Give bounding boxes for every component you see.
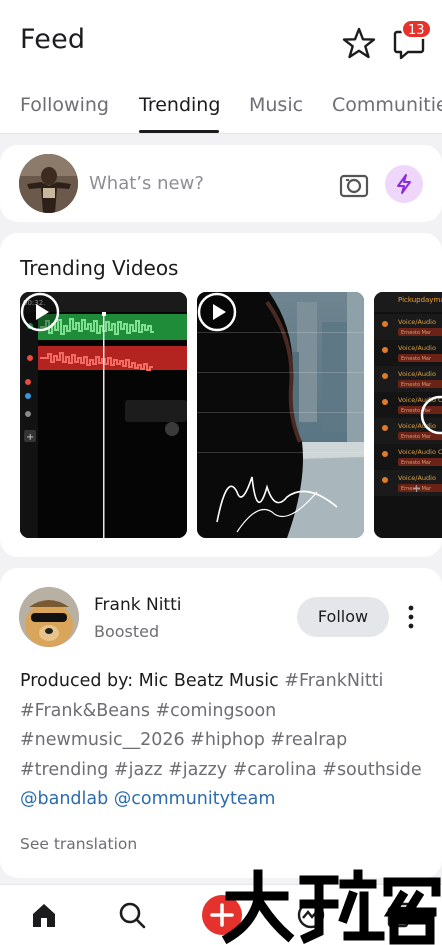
see-translation-link[interactable]: See translation <box>20 835 137 853</box>
svg-text:Ernesto Mar: Ernesto Mar <box>401 330 432 336</box>
video-thumbnail-1[interactable]: + 00:32. <box>20 292 187 538</box>
hashtag-link[interactable]: #Frank&Beans #comingsoon <box>20 701 276 721</box>
trending-videos-title: Trending Videos <box>20 256 179 280</box>
more-options-icon[interactable] <box>401 604 421 630</box>
post-text: Produced by: Mic Beatz Music #FrankNitti… <box>20 667 430 815</box>
svg-text:Voice/Audio Co: Voice/Audio Co <box>398 448 442 456</box>
video3-header-label: Pickupdaymax <box>398 296 442 304</box>
follow-button[interactable]: Follow <box>297 597 389 637</box>
post-line: #newmusic__2026 #hiphop #realrap <box>20 726 430 756</box>
camera-icon[interactable] <box>338 169 370 201</box>
post-line: #Frank&Beans #comingsoon <box>20 697 430 727</box>
tab-trending[interactable]: Trending <box>139 94 220 116</box>
play-icon <box>20 292 60 332</box>
active-tab-indicator <box>139 130 219 133</box>
boosted-label: Boosted <box>94 622 160 641</box>
svg-text:Ernesto Mar: Ernesto Mar <box>401 382 432 388</box>
search-icon[interactable] <box>117 900 147 930</box>
trending-videos-card: Trending Videos + 00:32. <box>0 233 442 557</box>
post-line: Produced by: Mic Beatz Music #FrankNitti <box>20 667 430 697</box>
tab-communities[interactable]: Communitie <box>332 94 442 116</box>
post-line: @bandlab @communityteam <box>20 785 430 815</box>
hashtag-link[interactable]: #FrankNitti <box>284 671 383 691</box>
post-text-plain: Produced by: Mic Beatz Music <box>20 671 285 691</box>
hashtag-link[interactable]: #trending #jazz #jazzy #carolina #souths… <box>20 760 422 780</box>
post-composer[interactable]: What’s new? <box>0 145 442 222</box>
svg-text:+: + <box>26 432 34 443</box>
svg-text:Ernesto Mar: Ernesto Mar <box>401 408 432 414</box>
watermark-logo <box>222 869 441 945</box>
svg-text:Ernesto Mar: Ernesto Mar <box>401 460 432 466</box>
lightning-icon <box>397 174 411 194</box>
video-thumbnail-3[interactable]: Pickupdaymax Voice/Audio Ernesto Mar Voic… <box>374 292 442 538</box>
svg-text:Voice/Audio: Voice/Audio <box>398 344 436 352</box>
svg-text:Voice/Audio: Voice/Audio <box>398 474 436 482</box>
play-icon <box>197 292 237 332</box>
page-title: Feed <box>20 24 86 55</box>
boost-button[interactable] <box>385 165 423 203</box>
author-avatar[interactable] <box>19 587 79 647</box>
feed-tabs: Following Trending Music Communitie <box>0 82 442 134</box>
whats-new-input[interactable]: What’s new? <box>89 173 204 194</box>
mention-link[interactable]: @bandlab @communityteam <box>20 789 275 809</box>
hashtag-link[interactable]: #newmusic__2026 #hiphop #realrap <box>20 730 347 750</box>
user-avatar[interactable] <box>19 154 78 213</box>
post-line: #trending #jazz #jazzy #carolina #souths… <box>20 756 430 786</box>
post-card: Frank Nitti Boosted Follow Produced by: … <box>0 568 442 878</box>
svg-text:+: + <box>412 482 421 495</box>
star-icon[interactable] <box>342 26 376 60</box>
notification-badge[interactable]: 13 <box>401 19 432 39</box>
tab-music[interactable]: Music <box>249 94 303 116</box>
tab-following[interactable]: Following <box>20 94 109 116</box>
svg-text:Ernesto Mar: Ernesto Mar <box>401 356 432 362</box>
author-name[interactable]: Frank Nitti <box>94 595 181 615</box>
svg-text:Voice/Audio: Voice/Audio <box>398 370 436 378</box>
home-icon[interactable] <box>29 900 59 930</box>
app-header: Feed 13 <box>0 0 442 82</box>
video-thumbnail-2[interactable] <box>197 292 364 538</box>
svg-text:Voice/Audio: Voice/Audio <box>398 318 436 326</box>
svg-text:Ernesto Mar: Ernesto Mar <box>401 434 432 440</box>
